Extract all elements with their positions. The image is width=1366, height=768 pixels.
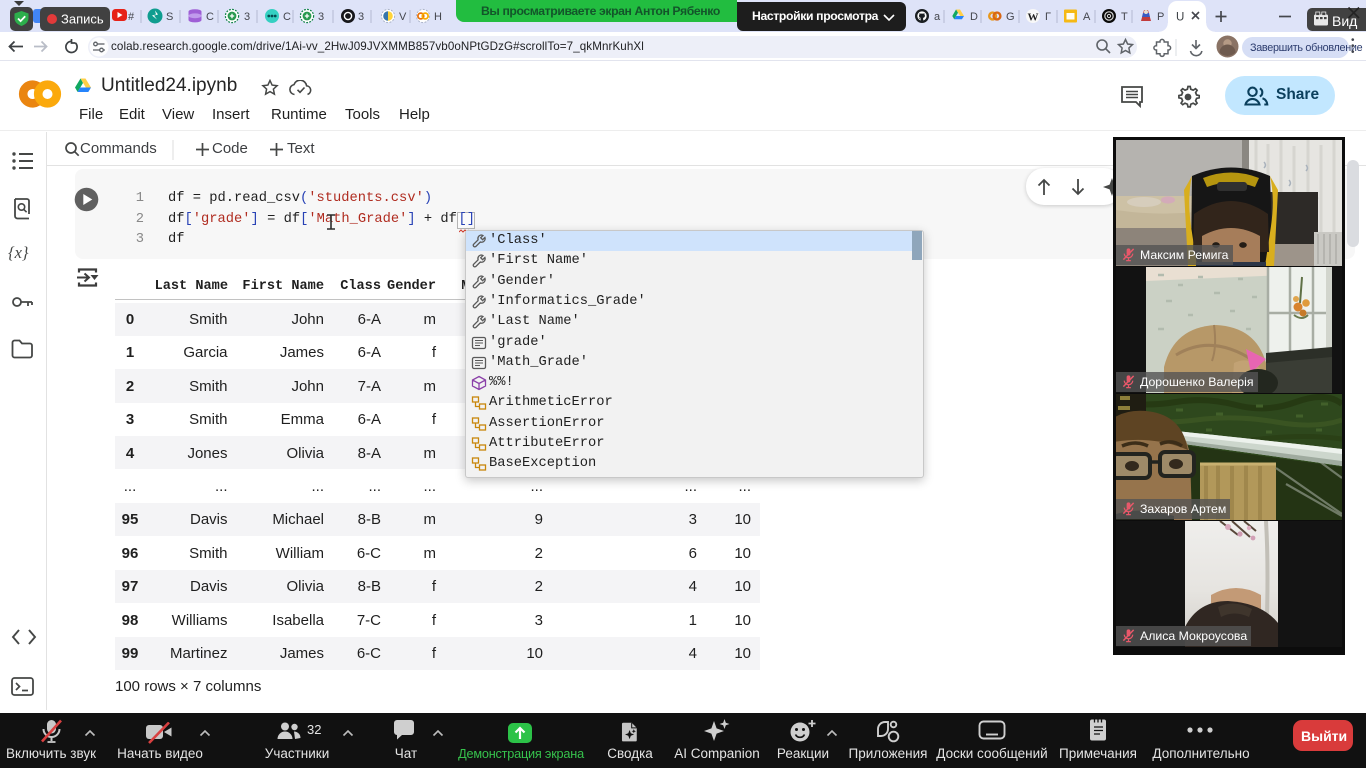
- svg-text:Запись: Запись: [61, 12, 104, 27]
- svg-text:3: 3: [318, 11, 324, 23]
- svg-text:W: W: [1028, 12, 1039, 24]
- svg-text:G: G: [1006, 11, 1015, 23]
- svg-text:U: U: [1176, 12, 1184, 24]
- svg-text:T: T: [1121, 11, 1128, 23]
- svg-text:3: 3: [244, 11, 250, 23]
- svg-text:V: V: [399, 11, 407, 23]
- svg-text:a: a: [934, 11, 941, 23]
- svg-text:C: C: [283, 11, 291, 23]
- svg-text:3: 3: [358, 11, 364, 23]
- svg-text:Г: Г: [1045, 11, 1051, 23]
- svg-text:H: H: [434, 11, 442, 23]
- svg-text:D: D: [970, 11, 978, 23]
- svg-text:A: A: [1083, 11, 1091, 23]
- svg-text:P: P: [1157, 11, 1164, 23]
